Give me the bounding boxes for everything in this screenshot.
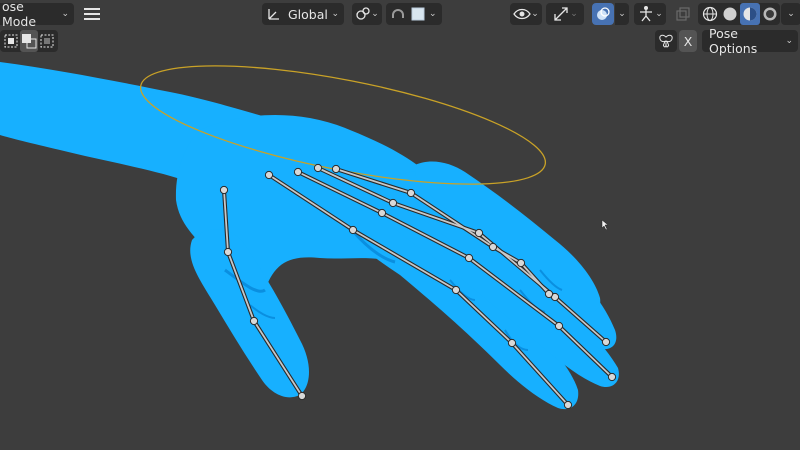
chevron-down-icon: ⌄ (655, 9, 663, 19)
pose-options-label: Pose Options (709, 26, 758, 56)
3d-viewport[interactable] (0, 0, 800, 450)
orientation-label: Global (288, 6, 328, 22)
select-new-icon[interactable] (2, 30, 20, 52)
chevron-down-icon: ⌄ (331, 9, 339, 19)
gizmo-dropdown[interactable]: ⌄ (546, 3, 584, 25)
selection-mode-group (0, 30, 58, 52)
mirror-x-toggle[interactable]: X (679, 30, 697, 52)
chevron-down-icon: ⌄ (618, 9, 626, 19)
snap-target-square-icon[interactable] (411, 7, 425, 21)
bone-overlay-dropdown[interactable]: ⌄ (634, 3, 666, 25)
mode-selector[interactable]: ose Mode ⌄ (0, 0, 74, 29)
mirror-toggle[interactable] (655, 30, 677, 52)
eye-icon (513, 7, 532, 21)
solid-shading-icon[interactable] (720, 3, 740, 25)
chevron-down-icon: ⌄ (429, 9, 437, 19)
snap-toggle-group[interactable]: ⌄ (386, 3, 442, 25)
mouse-cursor-icon (601, 219, 609, 231)
chevron-down-icon: ⌄ (371, 9, 379, 19)
mirror-x-label: X (683, 33, 693, 49)
pose-options-dropdown[interactable]: Pose Options ⌄ (702, 26, 798, 56)
xray-toggle[interactable] (672, 3, 694, 25)
viewport-scene (0, 62, 619, 410)
select-subtract-icon[interactable] (38, 30, 56, 52)
shading-options-dropdown[interactable]: ⌄ (781, 3, 800, 25)
hamburger-menu-icon[interactable] (80, 3, 104, 25)
material-preview-shading-icon[interactable] (740, 3, 760, 25)
shading-mode-group (698, 3, 780, 25)
gizmo-arrows-icon (552, 5, 570, 23)
chevron-down-icon: ⌄ (61, 9, 69, 19)
rendered-shading-icon[interactable] (760, 3, 780, 25)
mode-label: ose Mode (2, 0, 37, 29)
link-pivot-icon (355, 6, 371, 22)
butterfly-mirror-icon (658, 33, 674, 49)
select-extend-icon[interactable] (20, 30, 38, 52)
wireframe-shading-icon[interactable] (700, 3, 720, 25)
chevron-down-icon: ⌄ (785, 36, 793, 46)
visibility-dropdown[interactable]: ⌄ (510, 3, 542, 25)
overlays-dropdown[interactable]: ⌄ (615, 3, 629, 25)
snap-magnet-icon[interactable] (389, 5, 407, 23)
viewport-header: ose Mode ⌄ Global ⌄ ⌄ ⌄ ⌄ ⌄ ⌄ ⌄ ⌄ (0, 0, 800, 29)
overlays-icon (595, 6, 611, 22)
pivot-point-dropdown[interactable]: ⌄ (352, 3, 382, 25)
overlays-toggle[interactable] (592, 3, 614, 25)
xray-squares-icon (675, 6, 691, 22)
orientation-axes-icon (266, 6, 282, 22)
armature-figure-icon (637, 5, 655, 23)
chevron-down-icon: ⌄ (787, 9, 795, 19)
chevron-down-icon: ⌄ (531, 9, 539, 19)
transform-orientation-dropdown[interactable]: Global ⌄ (262, 3, 344, 25)
chevron-down-icon: ⌄ (570, 9, 578, 19)
